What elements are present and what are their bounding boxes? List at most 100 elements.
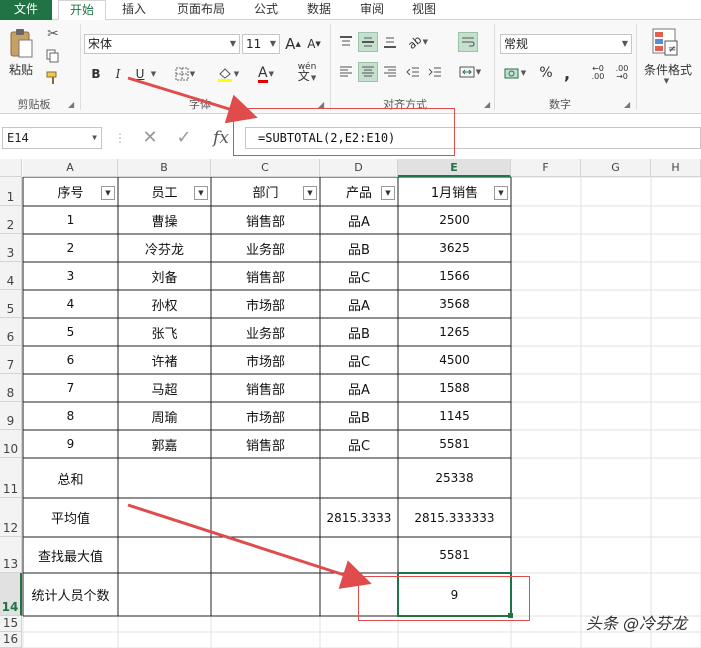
select-all-corner[interactable] (0, 159, 22, 177)
row-header[interactable]: 4 (0, 262, 22, 290)
conditional-format-button[interactable]: 条件格式 (640, 62, 696, 77)
wrap-text-icon[interactable] (458, 32, 478, 52)
filter-dropdown-icon[interactable]: ▼ (494, 186, 508, 200)
row-header[interactable]: 3 (0, 234, 22, 262)
average-e-cell[interactable]: 2815.333333 (398, 498, 511, 537)
align-top-icon[interactable] (337, 34, 355, 50)
column-header-b[interactable]: B (118, 159, 211, 177)
align-middle-icon[interactable] (358, 32, 378, 52)
table-cell[interactable]: 郭嘉 (118, 430, 211, 458)
table-cell[interactable]: 品B (320, 402, 398, 430)
tab-page-layout[interactable]: 页面布局 (168, 0, 234, 20)
row-header[interactable]: 14 (0, 573, 22, 616)
orientation-button[interactable]: ab ▼ (403, 33, 433, 52)
name-box[interactable]: E14 ▼ (2, 127, 102, 149)
enter-icon[interactable]: ✓ (172, 127, 196, 149)
underline-button[interactable]: U (132, 64, 148, 84)
tab-view[interactable]: 视图 (404, 0, 444, 20)
row-header[interactable]: 12 (0, 498, 22, 537)
table-cell[interactable]: 5581 (398, 430, 511, 458)
row-header[interactable]: 9 (0, 402, 22, 430)
font-size-select[interactable]: 11 ▼ (242, 34, 280, 54)
row-header[interactable]: 1 (0, 177, 22, 206)
align-right-icon[interactable] (381, 64, 399, 80)
table-cell[interactable]: 5 (23, 318, 118, 346)
table-cell[interactable]: 张飞 (118, 318, 211, 346)
sum-value-cell[interactable]: 25338 (398, 458, 511, 498)
cut-icon[interactable]: ✂ (44, 26, 62, 42)
comma-style-button[interactable]: , (560, 64, 574, 83)
filter-dropdown-icon[interactable]: ▼ (303, 186, 317, 200)
table-cell[interactable]: 1145 (398, 402, 511, 430)
table-cell[interactable]: 品C (320, 346, 398, 374)
number-launcher-icon[interactable]: ◢ (624, 100, 630, 109)
row-header[interactable]: 15 (0, 616, 22, 632)
bold-button[interactable]: B (88, 64, 104, 84)
table-cell[interactable]: 马超 (118, 374, 211, 402)
table-cell[interactable]: 周瑜 (118, 402, 211, 430)
table-cell[interactable]: 3625 (398, 234, 511, 262)
italic-button[interactable]: I (110, 64, 126, 84)
tab-insert[interactable]: 插入 (112, 0, 156, 20)
max-label-cell[interactable]: 查找最大值 (23, 537, 118, 573)
chevron-down-icon[interactable]: ▼ (660, 76, 672, 86)
grow-font-button[interactable]: A ▲ (284, 34, 302, 54)
align-bottom-icon[interactable] (381, 34, 399, 50)
table-cell[interactable]: 市场部 (211, 290, 320, 318)
row-header[interactable]: 10 (0, 430, 22, 458)
column-header-c[interactable]: C (211, 159, 320, 177)
table-cell[interactable]: 销售部 (211, 262, 320, 290)
insert-function-icon[interactable]: fx (206, 127, 236, 149)
table-cell[interactable]: 品A (320, 290, 398, 318)
table-cell[interactable]: 曹操 (118, 206, 211, 234)
table-cell[interactable]: 许褚 (118, 346, 211, 374)
worksheet-grid[interactable]: A B C D E F G H 1 2 3 4 5 6 7 8 9 10 11 … (0, 159, 701, 648)
sum-label-cell[interactable]: 总和 (23, 458, 118, 498)
font-name-select[interactable]: 宋体 ▼ (84, 34, 240, 54)
accounting-format-button[interactable]: ▼ (502, 64, 528, 82)
table-cell[interactable]: 3 (23, 262, 118, 290)
column-header-a[interactable]: A (23, 159, 118, 177)
percent-style-button[interactable]: % (536, 64, 556, 82)
align-center-icon[interactable] (358, 62, 378, 82)
row-header[interactable]: 7 (0, 346, 22, 374)
table-cell[interactable]: 孙权 (118, 290, 211, 318)
table-cell[interactable]: 品A (320, 206, 398, 234)
table-cell[interactable]: 刘备 (118, 262, 211, 290)
shrink-font-button[interactable]: A ▼ (305, 34, 323, 54)
filter-dropdown-icon[interactable]: ▼ (381, 186, 395, 200)
row-header[interactable]: 2 (0, 206, 22, 234)
table-cell[interactable]: 1566 (398, 262, 511, 290)
table-cell[interactable]: 1588 (398, 374, 511, 402)
tab-home[interactable]: 开始 (58, 0, 106, 21)
alignment-launcher-icon[interactable]: ◢ (484, 100, 490, 109)
borders-button[interactable]: ▼ (172, 64, 198, 84)
table-cell[interactable]: 冷芬龙 (118, 234, 211, 262)
table-cell[interactable]: 品C (320, 262, 398, 290)
row-header[interactable]: 6 (0, 318, 22, 346)
table-cell[interactable]: 3568 (398, 290, 511, 318)
fill-color-button[interactable]: ▼ (214, 64, 242, 84)
table-cell[interactable]: 4 (23, 290, 118, 318)
conditional-format-icon[interactable]: ≠ (650, 26, 680, 58)
tab-file[interactable]: 文件 (0, 0, 52, 20)
copy-icon[interactable] (44, 48, 62, 64)
column-header-g[interactable]: G (581, 159, 651, 177)
table-cell[interactable]: 品B (320, 234, 398, 262)
table-cell[interactable]: 品C (320, 430, 398, 458)
filter-dropdown-icon[interactable]: ▼ (101, 186, 115, 200)
table-cell[interactable]: 市场部 (211, 402, 320, 430)
average-d-cell[interactable]: 2815.3333 (320, 498, 398, 537)
table-cell[interactable]: 2500 (398, 206, 511, 234)
paste-button[interactable] (6, 26, 36, 62)
table-cell[interactable]: 市场部 (211, 346, 320, 374)
column-header-e[interactable]: E (398, 159, 511, 177)
count-label-cell[interactable]: 统计人员个数 (23, 573, 118, 616)
table-cell[interactable]: 业务部 (211, 318, 320, 346)
table-cell[interactable]: 9 (23, 430, 118, 458)
column-header-h[interactable]: H (651, 159, 701, 177)
row-header[interactable]: 8 (0, 374, 22, 402)
clipboard-launcher-icon[interactable]: ◢ (68, 100, 74, 109)
tab-formulas[interactable]: 公式 (246, 0, 286, 20)
row-header[interactable]: 13 (0, 537, 22, 573)
